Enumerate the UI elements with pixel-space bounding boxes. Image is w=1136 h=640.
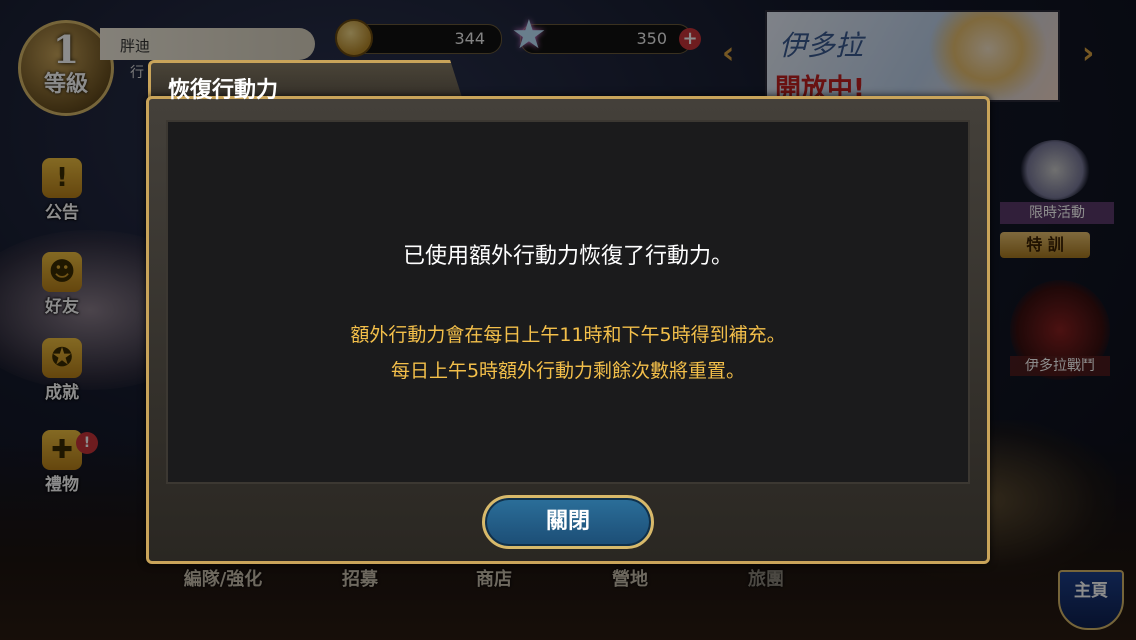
dialog-note-line2: 每日上午5時額外行動力剩餘次數將重置。 — [390, 360, 746, 382]
close-button[interactable]: 關閉 — [482, 495, 654, 549]
dialog-title: 恢復行動力 — [168, 78, 279, 103]
close-button-label: 關閉 — [545, 509, 590, 534]
dialog-note-line1: 額外行動力會在每日上午11時和下午5時得到補充。 — [350, 324, 786, 346]
dialog-content-panel — [166, 120, 970, 484]
dialog-message: 已使用額外行動力恢復了行動力。 — [402, 244, 733, 269]
